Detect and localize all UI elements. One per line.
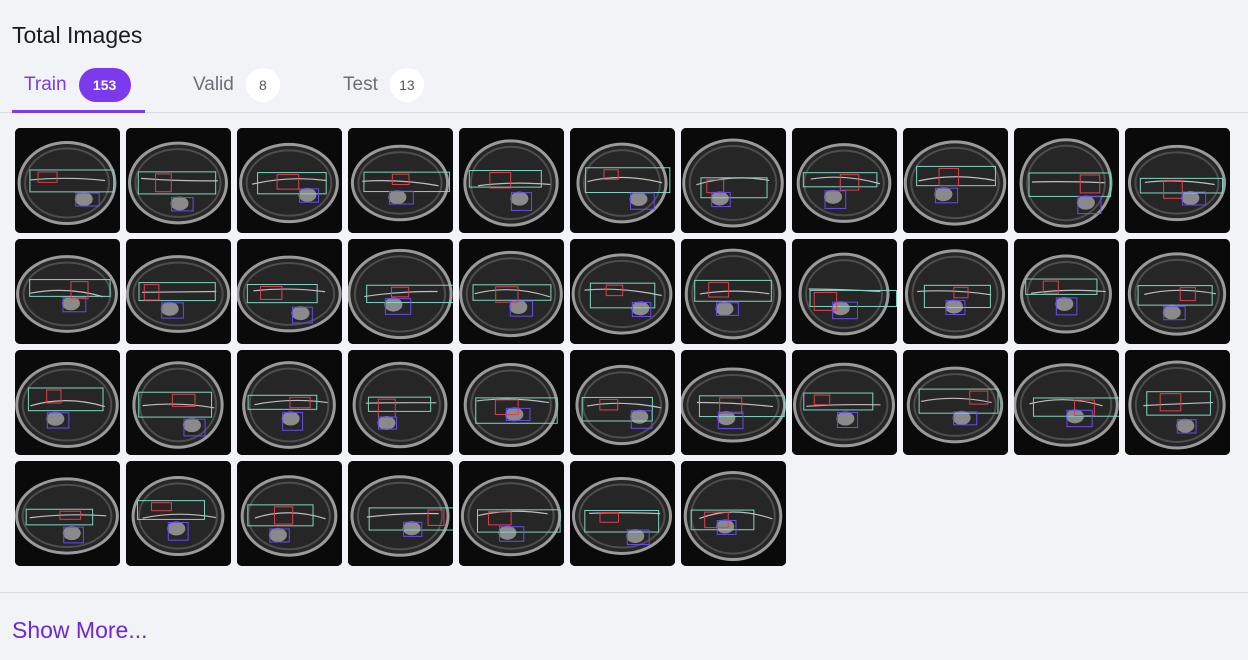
dataset-image-thumbnail[interactable] — [681, 461, 786, 566]
tab-valid[interactable]: Valid 8 — [193, 58, 280, 112]
dataset-image-thumbnail[interactable] — [459, 239, 564, 344]
tab-valid-label: Valid — [193, 74, 234, 95]
dataset-image-thumbnail[interactable] — [237, 239, 342, 344]
dataset-image-thumbnail[interactable] — [459, 128, 564, 233]
dataset-image-thumbnail[interactable] — [681, 350, 786, 455]
dataset-image-thumbnail[interactable] — [570, 239, 675, 344]
image-gallery — [15, 128, 1230, 566]
dataset-image-thumbnail[interactable] — [792, 239, 897, 344]
dataset-image-thumbnail[interactable] — [1014, 239, 1119, 344]
dataset-image-thumbnail[interactable] — [15, 128, 120, 233]
dataset-image-thumbnail[interactable] — [126, 128, 231, 233]
dataset-image-thumbnail[interactable] — [126, 461, 231, 566]
dataset-image-thumbnail[interactable] — [903, 350, 1008, 455]
divider — [0, 592, 1248, 593]
dataset-image-thumbnail[interactable] — [570, 128, 675, 233]
tab-train-count-badge: 153 — [78, 68, 131, 102]
dataset-image-thumbnail[interactable] — [903, 128, 1008, 233]
dataset-image-thumbnail[interactable] — [1125, 128, 1230, 233]
dataset-image-thumbnail[interactable] — [15, 461, 120, 566]
show-more-link[interactable]: Show More... — [12, 615, 148, 645]
dataset-image-thumbnail[interactable] — [1125, 239, 1230, 344]
page-title: Total Images — [12, 22, 143, 48]
dataset-image-thumbnail[interactable] — [903, 239, 1008, 344]
tab-train[interactable]: Train 153 — [12, 58, 145, 113]
tab-train-label: Train — [24, 74, 67, 95]
dataset-image-thumbnail[interactable] — [348, 239, 453, 344]
tab-test-count-badge: 13 — [389, 68, 424, 102]
dataset-image-thumbnail[interactable] — [570, 350, 675, 455]
dataset-image-thumbnail[interactable] — [792, 350, 897, 455]
dataset-image-thumbnail[interactable] — [1125, 350, 1230, 455]
dataset-image-thumbnail[interactable] — [459, 461, 564, 566]
dataset-split-tabs: Train 153 Valid 8 Test 13 — [0, 58, 1248, 113]
dataset-image-thumbnail[interactable] — [348, 461, 453, 566]
dataset-image-thumbnail[interactable] — [681, 128, 786, 233]
dataset-image-thumbnail[interactable] — [570, 461, 675, 566]
dataset-image-thumbnail[interactable] — [237, 461, 342, 566]
tab-valid-count-badge: 8 — [245, 68, 280, 102]
dataset-image-thumbnail[interactable] — [126, 350, 231, 455]
dataset-image-thumbnail[interactable] — [459, 350, 564, 455]
tab-test-label: Test — [343, 74, 378, 95]
dataset-image-thumbnail[interactable] — [348, 350, 453, 455]
tab-test[interactable]: Test 13 — [343, 58, 424, 112]
dataset-image-thumbnail[interactable] — [15, 239, 120, 344]
dataset-image-thumbnail[interactable] — [126, 239, 231, 344]
dataset-image-thumbnail[interactable] — [792, 128, 897, 233]
dataset-image-thumbnail[interactable] — [681, 239, 786, 344]
dataset-image-thumbnail[interactable] — [237, 350, 342, 455]
dataset-image-thumbnail[interactable] — [1014, 350, 1119, 455]
dataset-image-thumbnail[interactable] — [237, 128, 342, 233]
dataset-image-thumbnail[interactable] — [1014, 128, 1119, 233]
dataset-image-thumbnail[interactable] — [15, 350, 120, 455]
dataset-image-thumbnail[interactable] — [348, 128, 453, 233]
